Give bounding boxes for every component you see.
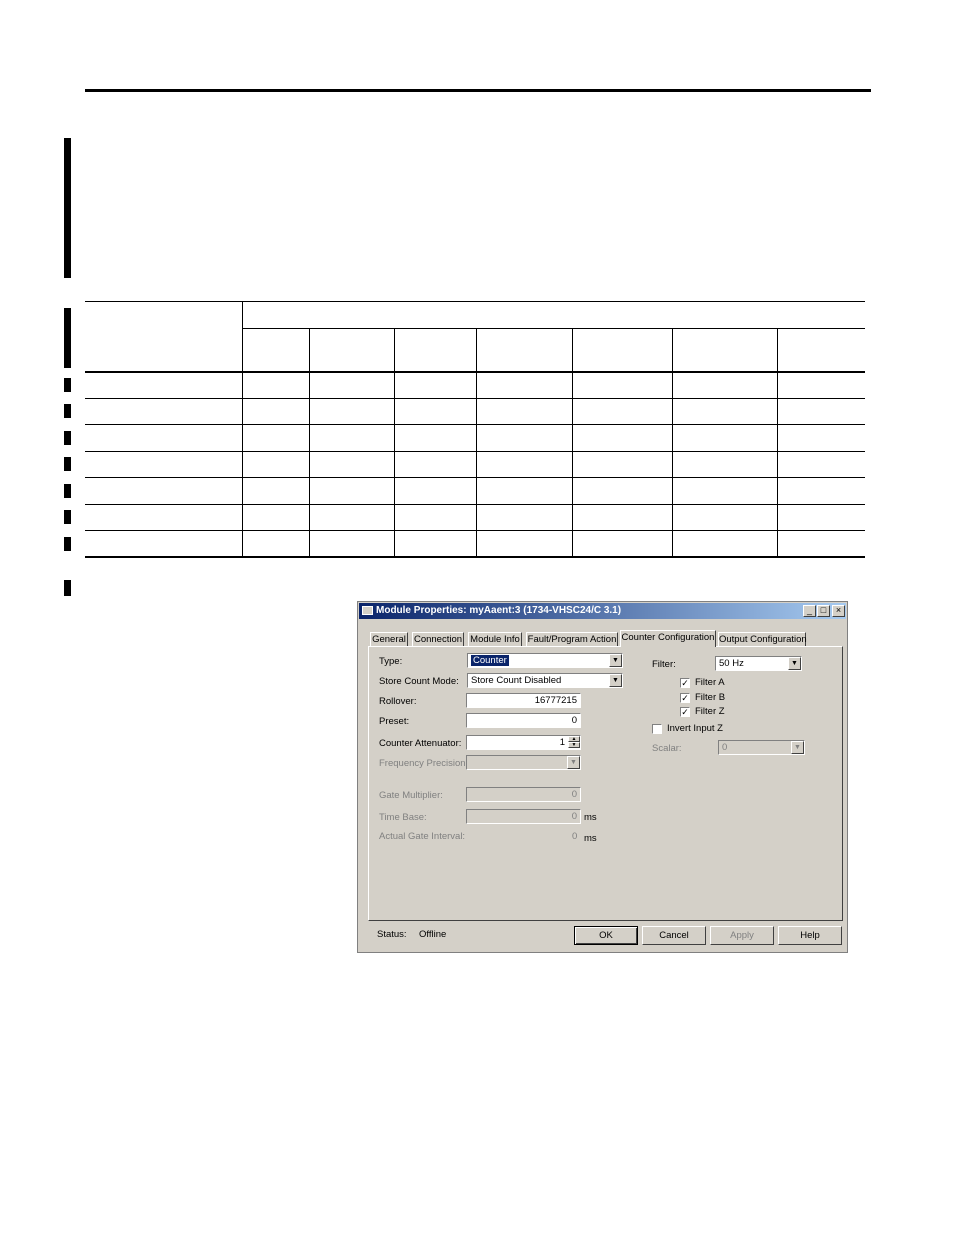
preset-input[interactable]: 0	[466, 713, 581, 728]
tab-general[interactable]: General	[370, 632, 408, 646]
tab-fault-program-action[interactable]: Fault/Program Action	[526, 632, 618, 646]
header-rule	[85, 89, 871, 92]
invert-z-checkbox[interactable]	[652, 724, 662, 734]
store-count-label: Store Count Mode:	[379, 676, 459, 687]
scalar-select[interactable]: 0 ▼	[718, 740, 805, 755]
title-bar[interactable]: Module Properties: myAaent:3 (1734-VHSC2…	[359, 603, 846, 619]
filter-b-label: Filter B	[695, 692, 726, 703]
rollover-label: Rollover:	[379, 696, 417, 707]
freq-precision-select[interactable]: ▼	[466, 755, 581, 770]
ok-button[interactable]: OK	[574, 926, 638, 945]
change-bar	[64, 308, 71, 368]
dialog-title: Module Properties: myAaent:3 (1734-VHSC2…	[376, 605, 622, 616]
minimize-icon[interactable]: _	[803, 605, 816, 617]
store-count-select[interactable]: Store Count Disabled ▼	[467, 673, 623, 688]
gate-multiplier-input[interactable]: 0	[466, 787, 581, 802]
spin-down-icon[interactable]: ▼	[568, 742, 580, 748]
change-bar	[64, 404, 71, 418]
window-icon	[362, 606, 373, 615]
preset-label: Preset:	[379, 716, 410, 727]
change-bar	[64, 580, 71, 596]
change-bar	[64, 457, 71, 471]
store-count-value: Store Count Disabled	[471, 675, 562, 686]
tab-output-configuration[interactable]: Output Configuration	[718, 632, 807, 646]
apply-button[interactable]: Apply	[710, 926, 774, 945]
status-value: Offline	[419, 929, 447, 940]
scalar-label: Scalar:	[652, 743, 682, 754]
chevron-down-icon[interactable]: ▼	[609, 674, 622, 687]
attenuator-value: 1	[559, 737, 565, 748]
change-bar	[64, 431, 71, 445]
time-base-unit: ms	[584, 812, 597, 823]
tab-counter-configuration[interactable]: Counter Configuration	[620, 630, 716, 647]
invert-z-label: Invert Input Z	[667, 723, 723, 734]
filter-b-checkbox[interactable]: ✓	[680, 693, 690, 703]
module-properties-dialog: Module Properties: myAaent:3 (1734-VHSC2…	[357, 601, 848, 953]
time-base-label: Time Base:	[379, 812, 427, 823]
status-label: Status:	[377, 929, 407, 940]
scalar-value: 0	[722, 742, 728, 753]
attenuator-stepper[interactable]: 1 ▲ ▼	[466, 735, 581, 750]
gate-multiplier-label: Gate Multiplier:	[379, 790, 443, 801]
type-value: Counter	[471, 655, 509, 666]
actual-gate-unit: ms	[584, 833, 597, 844]
filter-select[interactable]: 50 Hz ▼	[715, 656, 802, 671]
filter-a-label: Filter A	[695, 677, 725, 688]
chevron-down-icon[interactable]: ▼	[788, 657, 801, 670]
chevron-down-icon[interactable]: ▼	[609, 654, 622, 667]
chevron-down-icon[interactable]: ▼	[567, 756, 580, 769]
time-base-input[interactable]: 0	[466, 809, 581, 824]
change-bar	[64, 138, 71, 278]
actual-gate-label: Actual Gate Interval:	[379, 831, 466, 842]
tab-module-info[interactable]: Module Info	[468, 632, 522, 646]
spin-buttons[interactable]: ▲ ▼	[568, 736, 580, 749]
actual-gate-value: 0	[572, 831, 578, 842]
attenuator-label: Counter Attenuator:	[379, 738, 462, 749]
cancel-button[interactable]: Cancel	[642, 926, 706, 945]
filter-a-checkbox[interactable]: ✓	[680, 678, 690, 688]
change-bar	[64, 378, 71, 392]
close-icon[interactable]: ×	[832, 605, 845, 617]
change-bar	[64, 537, 71, 551]
filter-value: 50 Hz	[719, 658, 744, 669]
change-bar	[64, 510, 71, 524]
type-select[interactable]: Counter ▼	[467, 653, 623, 668]
filter-label: Filter:	[652, 659, 676, 670]
maximize-icon[interactable]: □	[817, 605, 830, 617]
filter-z-label: Filter Z	[695, 706, 725, 717]
counter-configuration-panel: Type: Counter ▼ Store Count Mode: Store …	[368, 646, 843, 921]
chevron-down-icon[interactable]: ▼	[791, 741, 804, 754]
type-label: Type:	[379, 656, 403, 667]
tab-connection[interactable]: Connection	[412, 632, 464, 646]
help-button[interactable]: Help	[778, 926, 842, 945]
filter-z-checkbox[interactable]: ✓	[680, 707, 690, 717]
rollover-input[interactable]: 16777215	[466, 693, 581, 708]
freq-precision-label: Frequency Precision:	[379, 758, 469, 769]
change-bar	[64, 484, 71, 498]
